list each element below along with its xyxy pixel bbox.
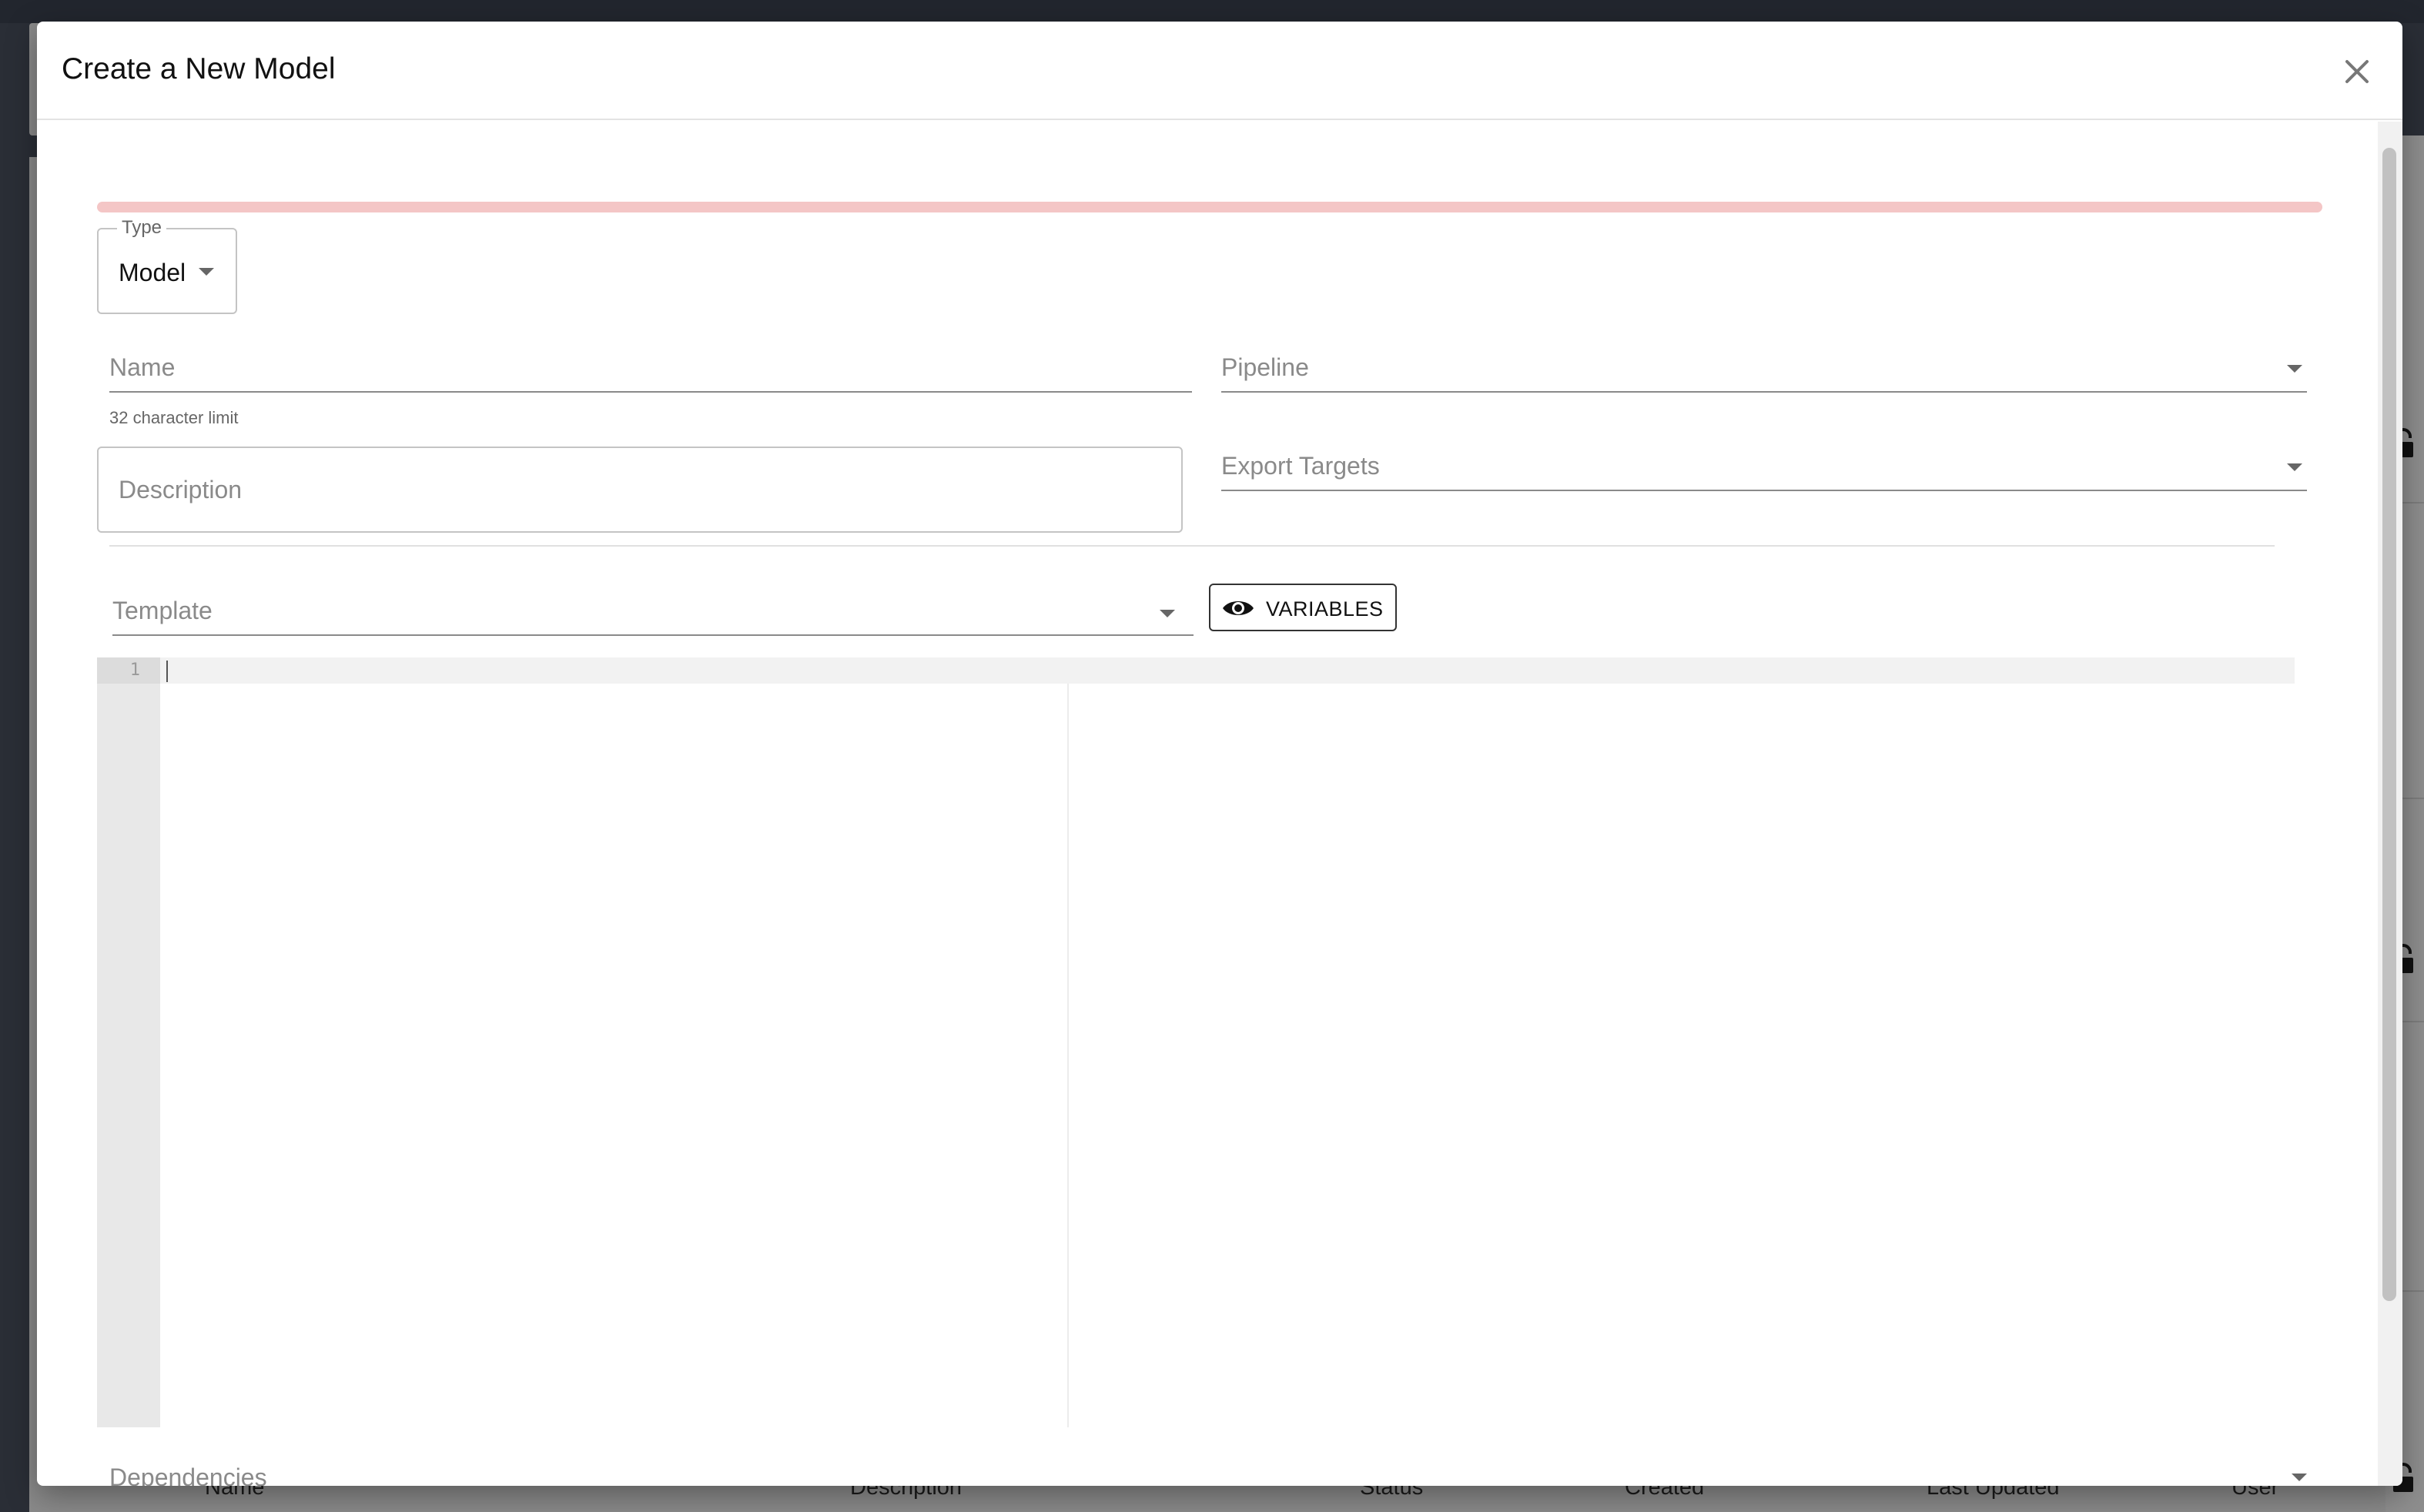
section-divider — [109, 545, 2275, 547]
variables-button-label: VARIABLES — [1266, 597, 1384, 621]
dialog-scrollbar-thumb[interactable] — [2382, 148, 2396, 1301]
name-input[interactable]: Name — [109, 339, 1192, 393]
template-select[interactable]: Template — [112, 584, 1194, 636]
pipeline-select[interactable]: Pipeline — [1221, 339, 2307, 393]
dialog-header: Create a New Model — [37, 22, 2402, 120]
dependencies-select-label: Dependencies — [109, 1463, 267, 1486]
chevron-down-icon — [199, 268, 214, 276]
editor-print-margin — [1067, 684, 1069, 1427]
description-input[interactable]: Description — [97, 447, 1183, 533]
description-input-label: Description — [119, 476, 243, 503]
chevron-down-icon — [1160, 610, 1175, 617]
line-number: 1 — [129, 661, 140, 680]
variables-button[interactable]: VARIABLES — [1209, 584, 1397, 631]
eye-icon — [1223, 601, 1254, 615]
loading-progress-bar — [97, 202, 2322, 212]
create-model-dialog: Create a New Model Type Model Name 32 ch… — [37, 22, 2402, 1486]
close-icon[interactable] — [2339, 54, 2375, 89]
text-cursor — [166, 661, 168, 682]
template-code-editor[interactable]: 1 — [97, 657, 2295, 1427]
type-select-label: Type — [117, 217, 167, 239]
dialog-body: Type Model Name 32 character limit Pipel… — [37, 122, 2378, 1486]
chevron-down-icon — [2292, 1474, 2307, 1481]
dialog-title: Create a New Model — [62, 52, 336, 85]
editor-gutter — [97, 657, 160, 1427]
editor-active-line — [97, 657, 2295, 684]
template-select-label: Template — [112, 597, 213, 624]
type-select[interactable]: Type Model — [97, 217, 237, 314]
type-select-value: Model — [119, 259, 186, 286]
dialog-scrollbar[interactable] — [2378, 122, 2402, 1486]
export-targets-select-label: Export Targets — [1221, 452, 1380, 480]
dependencies-select[interactable]: Dependencies — [109, 1447, 2308, 1486]
chevron-down-icon — [2287, 463, 2302, 471]
name-input-label: Name — [109, 353, 176, 381]
background-top-bar — [0, 0, 2424, 23]
chevron-down-icon — [2287, 365, 2302, 373]
pipeline-select-label: Pipeline — [1221, 353, 1309, 381]
name-helper-text: 32 character limit — [109, 408, 239, 427]
export-targets-select[interactable]: Export Targets — [1221, 437, 2307, 491]
